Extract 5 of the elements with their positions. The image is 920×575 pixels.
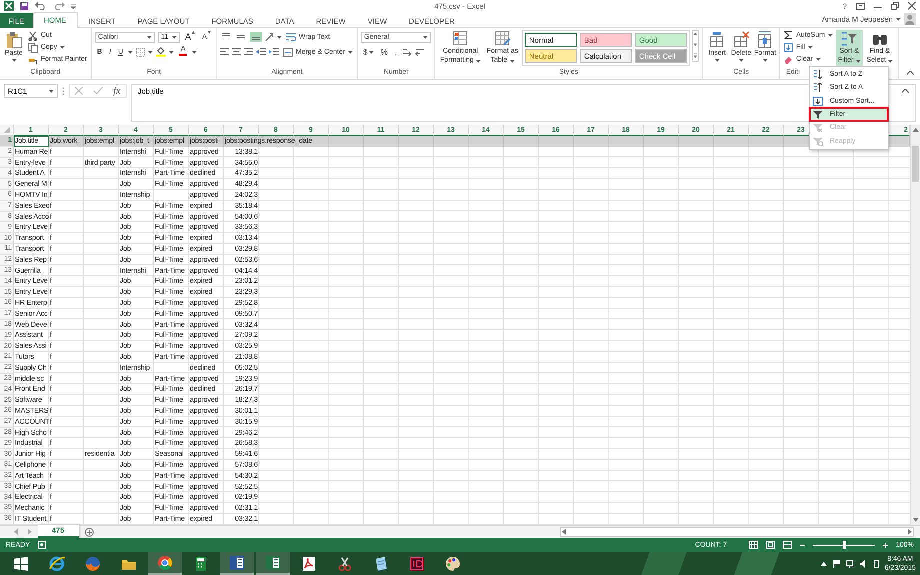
comma-button[interactable]: , <box>392 46 400 58</box>
insert-function-button[interactable]: fx <box>113 86 121 96</box>
grow-font-button[interactable]: A <box>183 31 198 43</box>
percent-button[interactable]: % <box>378 46 390 58</box>
currency-button[interactable]: $ <box>361 46 376 58</box>
